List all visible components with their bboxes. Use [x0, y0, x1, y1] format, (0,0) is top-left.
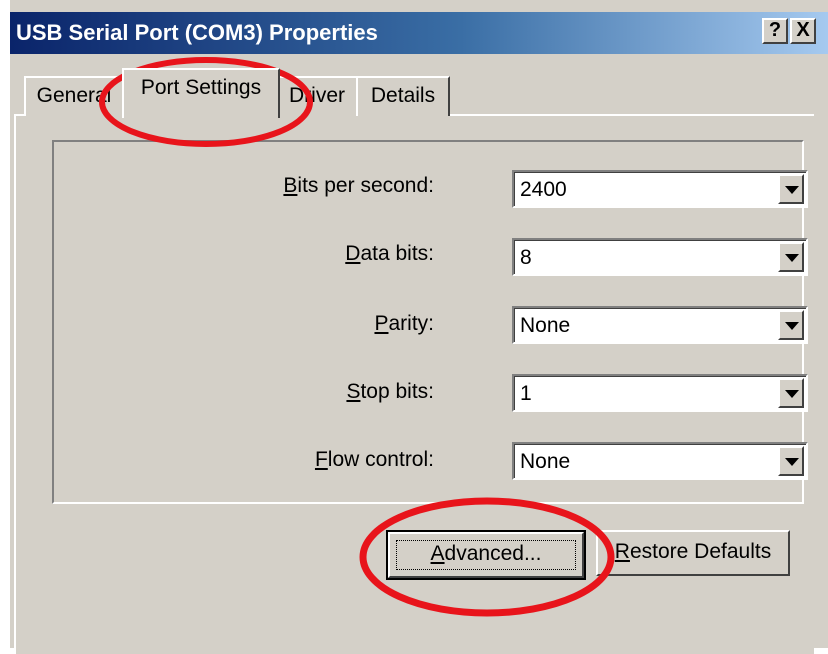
bits-per-second-value: 2400: [520, 178, 567, 201]
chevron-down-icon[interactable]: [778, 242, 804, 272]
stop-bits-select[interactable]: 1: [512, 374, 808, 412]
focus-rectangle: [396, 540, 576, 570]
settings-group: Bits per second: 2400 Data bits: 8 Parit…: [52, 140, 808, 504]
chevron-down-icon[interactable]: [778, 174, 804, 204]
advanced-button[interactable]: Advanced...: [386, 530, 586, 580]
data-bits-label: Data bits:: [345, 242, 434, 265]
window-title: USB Serial Port (COM3) Properties: [16, 20, 378, 45]
stop-bits-value: 1: [520, 382, 532, 405]
data-bits-select[interactable]: 8: [512, 238, 808, 276]
bits-per-second-select[interactable]: 2400: [512, 170, 808, 208]
flow-control-select[interactable]: None: [512, 442, 808, 480]
chevron-down-icon[interactable]: [778, 310, 804, 340]
bits-per-second-label: Bits per second:: [283, 174, 434, 197]
chevron-down-icon[interactable]: [778, 378, 804, 408]
stop-bits-label: Stop bits:: [346, 380, 434, 403]
tab-general[interactable]: General: [24, 76, 124, 116]
flow-control-label: Flow control:: [314, 448, 434, 471]
parity-value: None: [520, 314, 571, 337]
close-button[interactable]: X: [790, 18, 816, 44]
tab-port-settings[interactable]: Port Settings: [122, 68, 280, 118]
restore-defaults-button[interactable]: Restore Defaults: [596, 530, 790, 576]
parity-label: Parity:: [374, 312, 434, 335]
parity-select[interactable]: None: [512, 306, 808, 344]
tab-driver[interactable]: Driver: [276, 76, 358, 116]
data-bits-value: 8: [520, 246, 532, 269]
title-bar[interactable]: USB Serial Port (COM3) Properties ? X: [10, 12, 828, 54]
tab-details[interactable]: Details: [356, 76, 450, 116]
help-button[interactable]: ?: [762, 18, 788, 44]
flow-control-value: None: [520, 450, 571, 473]
chevron-down-icon[interactable]: [778, 446, 804, 476]
